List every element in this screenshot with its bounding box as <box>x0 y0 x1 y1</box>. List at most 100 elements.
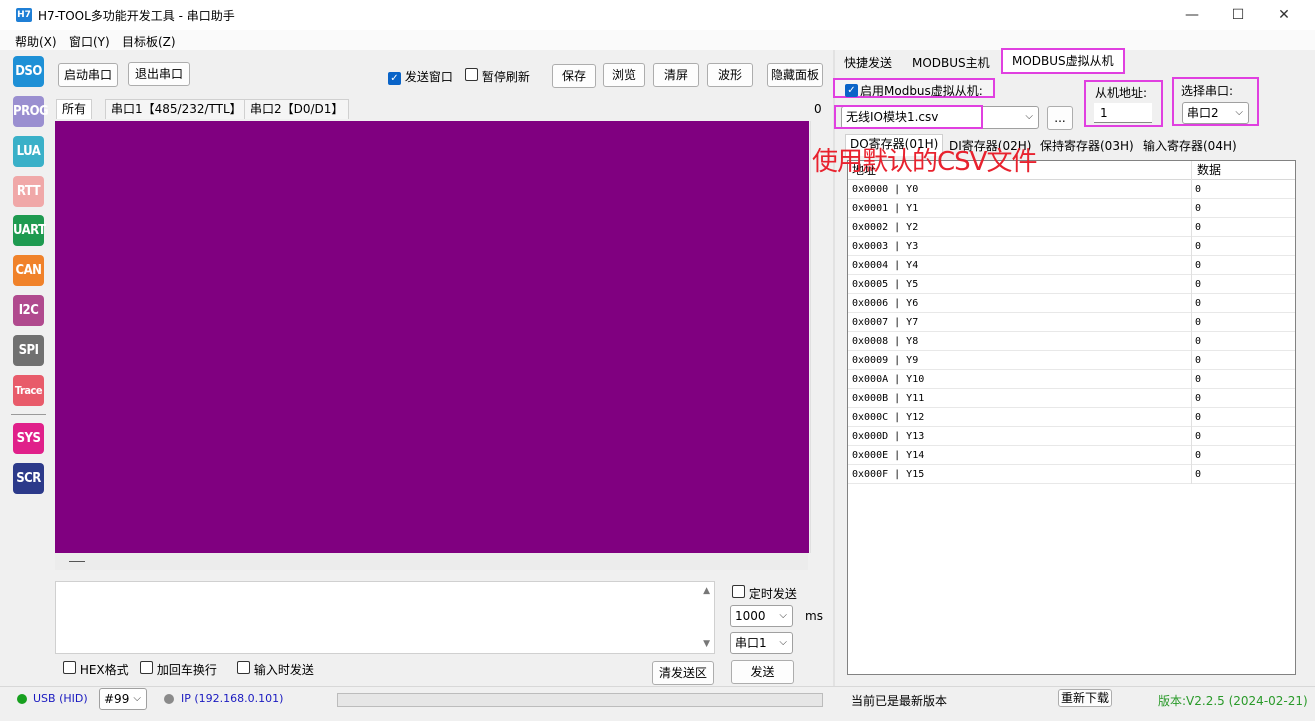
table-row[interactable]: 0x0007 | Y7 0 <box>848 313 1295 332</box>
app-icon: H7 <box>16 8 32 22</box>
register-address: 0x0004 | Y4 <box>852 260 919 271</box>
table-row[interactable]: 0x0004 | Y4 0 <box>848 256 1295 275</box>
tab-all[interactable]: 所有 <box>56 99 93 119</box>
column-divider <box>1191 199 1192 218</box>
redownload-button[interactable]: 重新下载 <box>1058 689 1112 707</box>
crlf-checkbox[interactable]: 加回车换行 <box>140 661 217 678</box>
menu-target-board[interactable]: 目标板(Z) <box>122 33 176 50</box>
start-port-button[interactable]: 启动串口 <box>58 63 118 87</box>
register-value[interactable]: 0 <box>1195 351 1201 370</box>
send-port-value: 串口1 <box>735 636 767 650</box>
pause-refresh-checkbox[interactable]: 暂停刷新 <box>465 68 530 85</box>
register-value[interactable]: 0 <box>1195 237 1201 256</box>
table-row[interactable]: 0x0009 | Y9 0 <box>848 351 1295 370</box>
interval-select[interactable]: 1000 ⌵ <box>730 605 793 627</box>
column-divider[interactable] <box>1191 161 1192 180</box>
table-row[interactable]: 0x0002 | Y2 0 <box>848 218 1295 237</box>
tool-dso-icon[interactable]: DSO <box>13 56 44 87</box>
tab-port2[interactable]: 串口2【D0/D1】 <box>244 99 350 119</box>
menu-window[interactable]: 窗口(Y) <box>69 33 110 50</box>
waveform-button[interactable]: 波形 <box>707 63 753 87</box>
send-button[interactable]: 发送 <box>731 660 794 684</box>
minimize-button[interactable]: — <box>1169 0 1215 30</box>
clear-screen-button[interactable]: 清屏 <box>653 63 699 87</box>
tool-spi-icon[interactable]: SPI <box>13 335 44 366</box>
send-port-select[interactable]: 串口1 ⌵ <box>730 632 793 654</box>
table-row[interactable]: 0x0008 | Y8 0 <box>848 332 1295 351</box>
receive-horizontal-scrollbar[interactable] <box>55 553 808 570</box>
tab-modbus-virtual-slave[interactable]: MODBUS虚拟从机 <box>1001 48 1125 74</box>
register-value[interactable]: 0 <box>1195 218 1201 237</box>
table-row[interactable]: 0x0003 | Y3 0 <box>848 237 1295 256</box>
tool-scr-icon[interactable]: SCR <box>13 463 44 494</box>
tab-quick-send[interactable]: 快捷发送 <box>838 54 898 74</box>
register-value[interactable]: 0 <box>1195 332 1201 351</box>
tool-rtt-icon[interactable]: RTT <box>13 176 44 207</box>
tab-modbus-master[interactable]: MODBUS主机 <box>906 54 996 74</box>
register-value[interactable]: 0 <box>1195 313 1201 332</box>
table-row[interactable]: 0x0005 | Y5 0 <box>848 275 1295 294</box>
send-window-checkbox[interactable]: ✓ 发送窗口 <box>388 68 453 85</box>
register-value[interactable]: 0 <box>1195 256 1201 275</box>
column-divider <box>1191 256 1192 275</box>
table-row[interactable]: 0x0006 | Y6 0 <box>848 294 1295 313</box>
table-row[interactable]: 0x0001 | Y1 0 <box>848 199 1295 218</box>
hex-format-checkbox[interactable]: HEX格式 <box>63 661 129 678</box>
receive-vertical-scrollbar[interactable] <box>810 121 827 553</box>
register-value[interactable]: 0 <box>1195 389 1201 408</box>
table-row[interactable]: 0x0000 | Y0 0 <box>848 180 1295 199</box>
column-divider <box>1191 446 1192 465</box>
column-data-header[interactable]: 数据 <box>1197 161 1221 179</box>
table-row[interactable]: 0x000A | Y10 0 <box>848 370 1295 389</box>
clear-send-button[interactable]: 清发送区 <box>652 661 714 685</box>
tab-input-register[interactable]: 输入寄存器(04H) <box>1139 137 1241 157</box>
save-button[interactable]: 保存 <box>552 64 596 88</box>
send-on-input-checkbox[interactable]: 输入时发送 <box>237 661 314 678</box>
maximize-button[interactable]: ☐ <box>1215 0 1261 30</box>
register-address: 0x000F | Y15 <box>852 469 925 480</box>
slave-port-value: 串口2 <box>1187 106 1219 120</box>
table-row[interactable]: 0x000D | Y13 0 <box>848 427 1295 446</box>
scroll-down-icon[interactable]: ▼ <box>703 639 710 649</box>
scroll-up-icon[interactable]: ▲ <box>703 586 710 596</box>
tool-uart-icon[interactable]: UART <box>13 215 46 246</box>
register-value[interactable]: 0 <box>1195 446 1201 465</box>
tab-port1[interactable]: 串口1【485/232/TTL】 <box>105 99 248 119</box>
slave-address-input[interactable]: 1 <box>1094 103 1152 123</box>
register-value[interactable]: 0 <box>1195 408 1201 427</box>
tool-prog-icon[interactable]: PROG <box>13 96 49 127</box>
csv-browse-button[interactable]: ... <box>1047 106 1073 130</box>
register-value[interactable]: 0 <box>1195 275 1201 294</box>
register-value[interactable]: 0 <box>1195 370 1201 389</box>
tool-i2c-icon[interactable]: I2C <box>13 295 44 326</box>
register-value[interactable]: 0 <box>1195 427 1201 446</box>
close-button[interactable]: ✕ <box>1261 0 1307 30</box>
tool-trace-icon[interactable]: Trace <box>13 375 44 406</box>
scroll-thumb-icon[interactable] <box>69 561 85 562</box>
menu-help[interactable]: 帮助(X) <box>15 33 57 50</box>
table-row[interactable]: 0x000B | Y11 0 <box>848 389 1295 408</box>
table-row[interactable]: 0x000C | Y12 0 <box>848 408 1295 427</box>
register-grid[interactable]: 地址 数据 0x0000 | Y0 0 0x0001 | Y1 0 0x0002 | Y… <box>847 160 1296 675</box>
exit-port-button[interactable]: 退出串口 <box>128 62 190 86</box>
register-value[interactable]: 0 <box>1195 180 1201 199</box>
tab-holding-register[interactable]: 保持寄存器(03H) <box>1036 137 1138 157</box>
port-select-label: 选择串口: <box>1181 84 1234 98</box>
tool-sys-icon[interactable]: SYS <box>13 423 44 454</box>
receive-area[interactable] <box>55 121 809 553</box>
timed-send-checkbox[interactable]: 定时发送 <box>732 585 797 602</box>
enable-slave-checkbox[interactable]: ✓ 启用Modbus虚拟从机: <box>833 78 995 98</box>
register-value[interactable]: 0 <box>1195 199 1201 218</box>
table-row[interactable]: 0x000F | Y15 0 <box>848 465 1295 484</box>
register-value[interactable]: 0 <box>1195 465 1201 484</box>
tool-lua-icon[interactable]: LUA <box>13 136 44 167</box>
send-input[interactable]: ▲ ▼ <box>55 581 715 654</box>
device-select[interactable]: #99 ⌵ <box>99 688 147 710</box>
tool-can-icon[interactable]: CAN <box>13 255 44 286</box>
slave-port-select[interactable]: 串口2 ⌵ <box>1182 102 1249 124</box>
hide-panel-button[interactable]: 隐藏面板 <box>767 63 823 87</box>
browse-button[interactable]: 浏览 <box>603 63 645 87</box>
device-value: #99 <box>104 692 130 706</box>
table-row[interactable]: 0x000E | Y14 0 <box>848 446 1295 465</box>
register-value[interactable]: 0 <box>1195 294 1201 313</box>
